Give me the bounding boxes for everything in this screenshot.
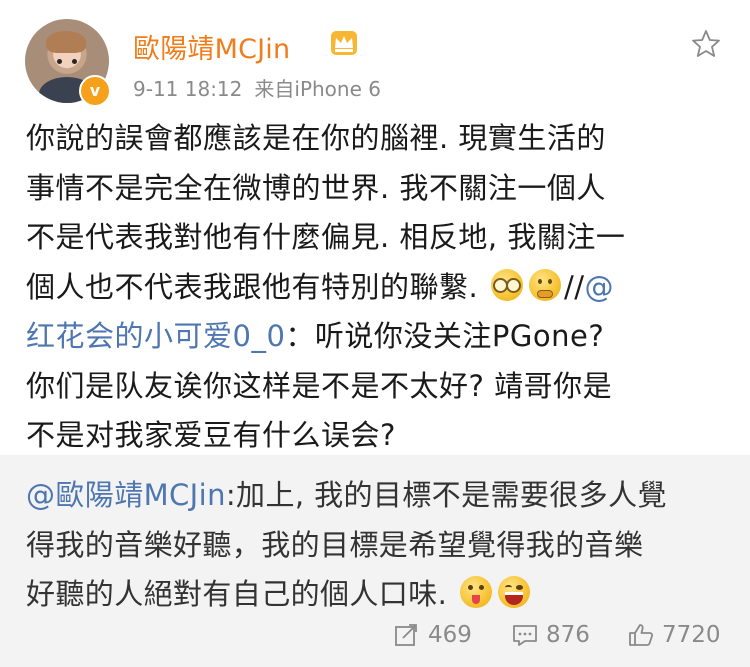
like-count: 7720 xyxy=(662,622,721,648)
verified-badge-icon: v xyxy=(79,75,111,107)
mention-link[interactable]: 红花会的小可爱0_0 xyxy=(26,319,285,353)
content-line: 你们是队友诶你这样是不是不太好? 靖哥你是 xyxy=(26,368,613,403)
comment-count: 876 xyxy=(546,622,590,648)
thinking-emoji-icon xyxy=(528,268,561,301)
post-source: 来自iPhone 6 xyxy=(254,77,381,101)
quoted-text: ：听说你没关注PGone? xyxy=(285,319,605,353)
retweeted-post[interactable]: @歐陽靖MCJin:加上, 我的目標不是需要很多人覺 得我的音樂好聽，我的目標是… xyxy=(0,455,750,667)
repost-content: @歐陽靖MCJin:加上, 我的目標不是需要很多人覺 得我的音樂好聽，我的目標是… xyxy=(26,471,726,620)
content-line: 不是代表我對他有什麼偏見. 相反地, 我關注一 xyxy=(26,220,626,254)
like-button[interactable]: 7720 xyxy=(628,615,721,655)
repost-text: :加上, 我的目標不是需要很多人覺 xyxy=(225,478,667,512)
repost-line: 得我的音樂好聽，我的目標是希望覺得我的音樂 xyxy=(26,527,644,562)
avatar-eye xyxy=(72,59,77,64)
repost-text: 好聽的人絕對有自己的個人口味. xyxy=(26,577,448,611)
comment-button[interactable]: 876 xyxy=(512,615,590,655)
avatar-eye xyxy=(57,59,62,64)
content-text: 個人也不代表我跟他有特別的聯繫. xyxy=(26,269,479,304)
repost-button[interactable]: 469 xyxy=(394,615,472,655)
avatar-hair xyxy=(46,31,86,53)
repost-count: 469 xyxy=(428,622,472,648)
post-content: 你說的誤會都應該是在你的腦裡. 現實生活的 事情不是完全在微博的世界. 我不關注… xyxy=(26,114,726,461)
repost-line: 好聽的人絕對有自己的個人口味. xyxy=(26,570,726,620)
username[interactable]: 歐陽靖MCJin xyxy=(133,27,290,66)
post-time: 9-11 18:12 xyxy=(133,77,243,101)
repost-action-bar: 469 876 7720 xyxy=(0,615,750,655)
content-line: 红花会的小可爱0_0：听说你没关注PGone? xyxy=(26,312,726,362)
content-line: 不是对我家爱豆有什么误会? xyxy=(26,418,396,452)
mention-at[interactable]: @ xyxy=(585,270,615,304)
crown-icon xyxy=(331,31,357,55)
repost-separator: // xyxy=(563,269,585,304)
star-icon[interactable] xyxy=(690,28,722,60)
post-meta: 9-11 18:12 来自iPhone 6 xyxy=(133,73,381,102)
repost-line: @歐陽靖MCJin:加上, 我的目標不是需要很多人覺 xyxy=(26,471,726,521)
like-icon xyxy=(629,624,654,646)
content-line: 個人也不代表我跟他有特別的聯繫. //@ xyxy=(26,263,726,313)
content-line: 你說的誤會都應該是在你的腦裡. 現實生活的 xyxy=(26,121,606,155)
nerd-emoji-icon xyxy=(490,268,523,301)
comment-icon xyxy=(513,625,537,646)
weibo-post: v 歐陽靖MCJin 9-11 18:12 来自iPhone 6 你說的誤會都應該… xyxy=(0,0,750,455)
content-line: 事情不是完全在微博的世界. 我不關注一個人 xyxy=(26,170,606,205)
laugh-emoji-icon xyxy=(497,576,530,608)
repost-icon xyxy=(395,624,417,646)
tongue-emoji-icon xyxy=(459,576,492,608)
repost-mention-link[interactable]: @歐陽靖MCJin xyxy=(26,478,226,512)
